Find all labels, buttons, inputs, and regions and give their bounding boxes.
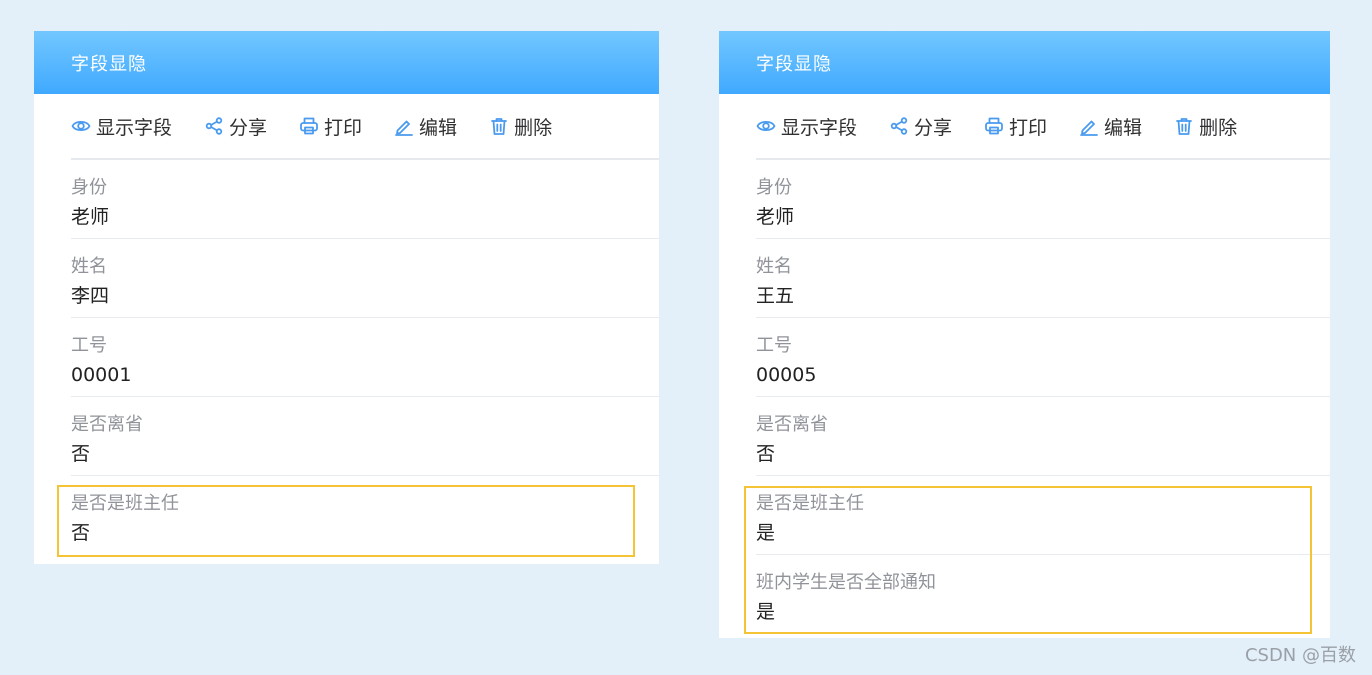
panel-title: 字段显隐 <box>71 53 147 75</box>
field-employee-id: 工号 00001 <box>71 318 659 397</box>
toolbar: 显示字段 分享 打印 编辑 删除 <box>71 94 659 160</box>
eye-icon <box>71 116 91 136</box>
show-fields-button[interactable]: 显示字段 <box>71 113 172 140</box>
show-fields-button[interactable]: 显示字段 <box>756 113 857 140</box>
panel-header: 字段显隐 <box>34 31 659 94</box>
field-value: 王五 <box>756 285 795 307</box>
printer-icon <box>984 116 1004 136</box>
field-value: 否 <box>71 522 91 544</box>
field-value: 李四 <box>71 285 110 307</box>
field-head-teacher: 是否是班主任 是 <box>756 476 1330 555</box>
share-icon <box>889 116 909 136</box>
field-left-province: 是否离省 否 <box>756 397 1330 476</box>
edit-icon <box>1079 116 1099 136</box>
print-button[interactable]: 打印 <box>984 113 1047 140</box>
edit-icon <box>394 116 414 136</box>
show-fields-label: 显示字段 <box>781 116 858 139</box>
share-button[interactable]: 分享 <box>204 113 267 140</box>
trash-icon <box>1174 116 1194 136</box>
field-label: 工号 <box>71 335 107 356</box>
printer-icon <box>299 116 319 136</box>
print-label: 打印 <box>1009 116 1048 139</box>
field-value: 老师 <box>756 206 795 228</box>
field-label: 是否离省 <box>71 414 143 435</box>
field-all-students-notified: 班内学生是否全部通知 是 <box>756 555 1330 634</box>
panel-header: 字段显隐 <box>719 31 1330 94</box>
panel-title: 字段显隐 <box>756 53 832 75</box>
field-identity: 身份 老师 <box>71 160 659 239</box>
eye-icon <box>756 116 776 136</box>
field-label: 姓名 <box>756 256 792 277</box>
delete-label: 删除 <box>514 116 553 139</box>
field-list: 身份 老师 姓名 李四 工号 00001 是否离省 否 是否是班主任 否 <box>71 160 659 555</box>
field-label: 是否是班主任 <box>756 493 864 514</box>
print-label: 打印 <box>324 116 363 139</box>
field-label: 是否离省 <box>756 414 828 435</box>
delete-button[interactable]: 删除 <box>489 113 552 140</box>
field-label: 身份 <box>71 177 107 198</box>
field-name: 姓名 王五 <box>756 239 1330 318</box>
field-label: 工号 <box>756 335 792 356</box>
show-fields-label: 显示字段 <box>96 116 173 139</box>
field-identity: 身份 老师 <box>756 160 1330 239</box>
edit-label: 编辑 <box>1104 116 1143 139</box>
field-head-teacher: 是否是班主任 否 <box>71 476 659 555</box>
field-value: 00005 <box>756 364 817 386</box>
field-list: 身份 老师 姓名 王五 工号 00005 是否离省 否 是否是班主任 是 班内学… <box>756 160 1330 634</box>
field-value: 00001 <box>71 364 132 386</box>
field-name: 姓名 李四 <box>71 239 659 318</box>
field-label: 姓名 <box>71 256 107 277</box>
print-button[interactable]: 打印 <box>299 113 362 140</box>
detail-panel-right: 字段显隐 显示字段 分享 打印 编辑 删除 身份 老师 姓名 王五 工号 000… <box>719 31 1330 638</box>
field-label: 是否是班主任 <box>71 493 179 514</box>
field-value: 否 <box>756 443 776 465</box>
edit-button[interactable]: 编辑 <box>1079 113 1142 140</box>
trash-icon <box>489 116 509 136</box>
share-icon <box>204 116 224 136</box>
field-value: 否 <box>71 443 91 465</box>
field-employee-id: 工号 00005 <box>756 318 1330 397</box>
edit-button[interactable]: 编辑 <box>394 113 457 140</box>
toolbar: 显示字段 分享 打印 编辑 删除 <box>756 94 1330 160</box>
watermark: CSDN @百数 <box>1244 645 1356 666</box>
field-label: 身份 <box>756 177 792 198</box>
field-value: 是 <box>756 601 776 623</box>
share-label: 分享 <box>229 116 268 139</box>
edit-label: 编辑 <box>419 116 458 139</box>
field-value: 是 <box>756 522 776 544</box>
field-label: 班内学生是否全部通知 <box>756 572 936 593</box>
field-value: 老师 <box>71 206 110 228</box>
share-label: 分享 <box>914 116 953 139</box>
delete-label: 删除 <box>1199 116 1238 139</box>
field-left-province: 是否离省 否 <box>71 397 659 476</box>
delete-button[interactable]: 删除 <box>1174 113 1237 140</box>
detail-panel-left: 字段显隐 显示字段 分享 打印 编辑 删除 身份 老师 姓名 李四 工号 000… <box>34 31 659 564</box>
share-button[interactable]: 分享 <box>889 113 952 140</box>
